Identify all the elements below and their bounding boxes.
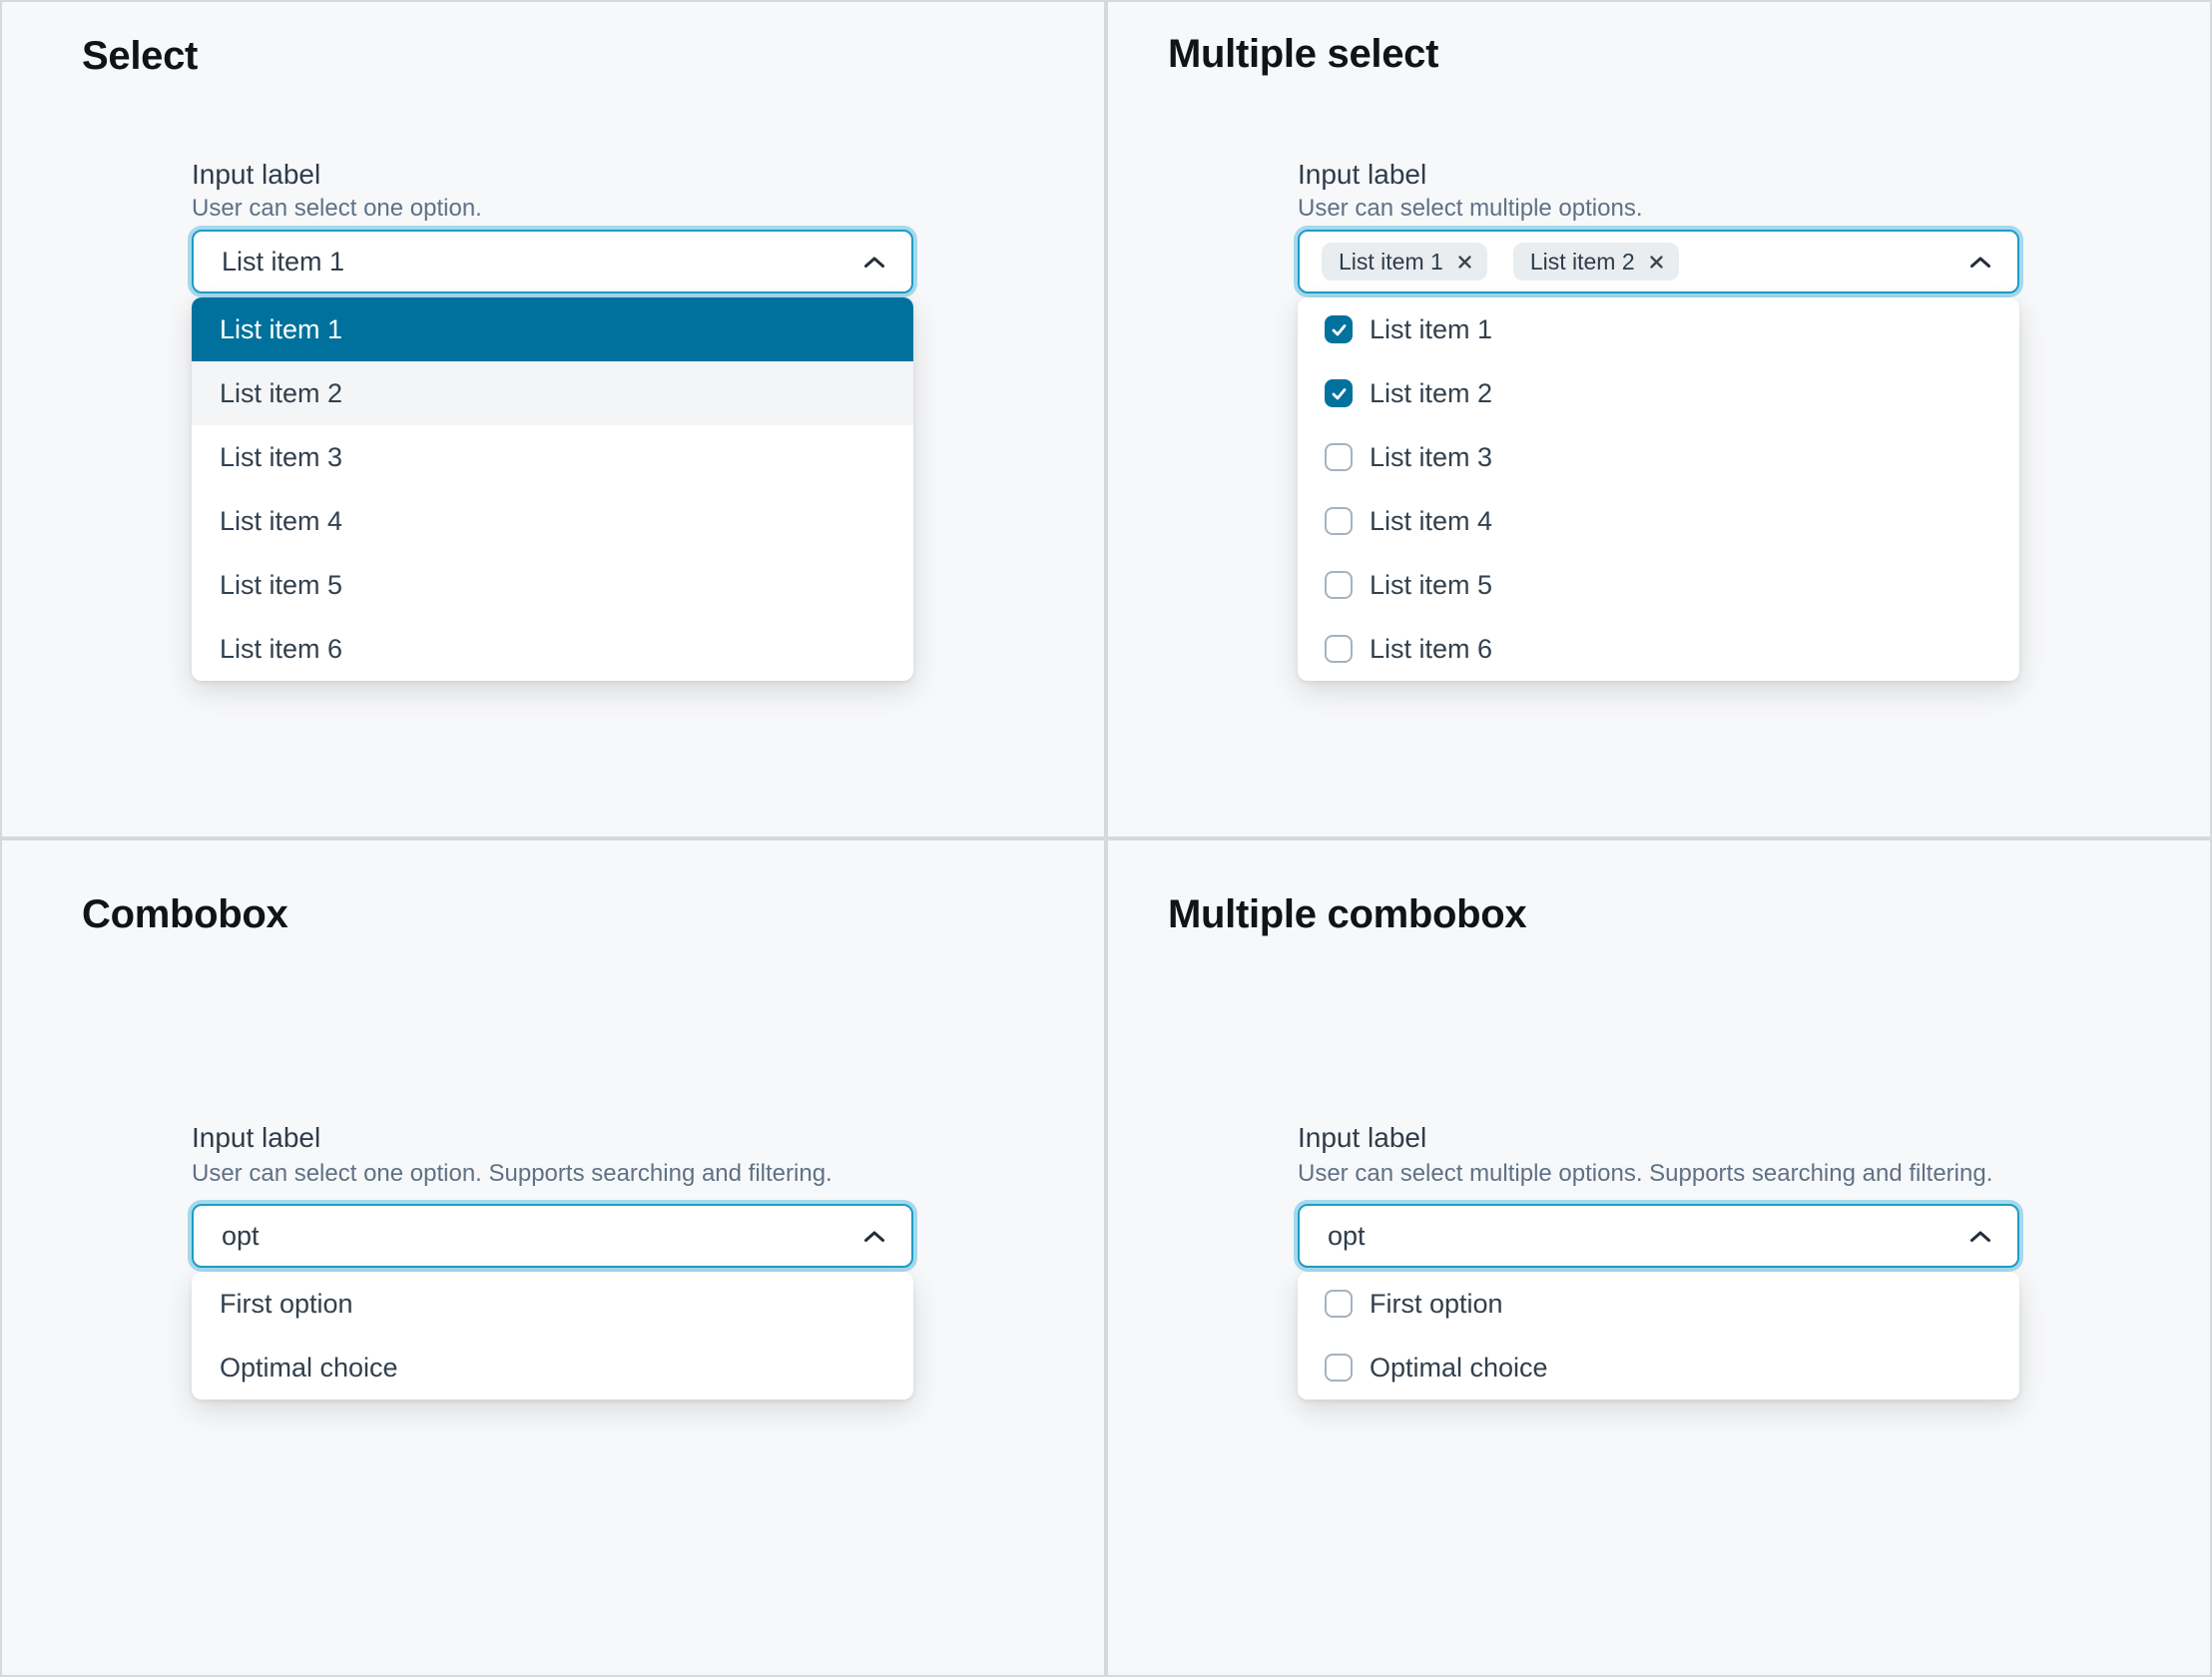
multiple-select-dropdown: List item 1 List item 2 List item 3 List… <box>1298 297 2019 681</box>
option-list-item[interactable]: List item 4 <box>192 489 913 553</box>
option-list-item[interactable]: List item 3 <box>192 425 913 489</box>
option-label: First option <box>1370 1289 1503 1320</box>
combobox-input-value: opt <box>222 1221 863 1252</box>
option-list-item[interactable]: List item 5 <box>1298 553 2019 617</box>
section-title-combobox: Combobox <box>82 890 287 938</box>
option-list-item[interactable]: First option <box>1298 1272 2019 1336</box>
option-list-item[interactable]: List item 3 <box>1298 425 2019 489</box>
option-label: List item 5 <box>1370 570 1492 601</box>
selected-value-chip[interactable]: List item 2 <box>1513 243 1679 280</box>
chevron-up-icon[interactable] <box>863 256 885 269</box>
multiple-combobox-input-value: opt <box>1328 1221 1969 1252</box>
option-label: List item 6 <box>1370 634 1492 665</box>
input-helper-text: User can select multiple options. Suppor… <box>1298 1158 1992 1190</box>
checkbox-unchecked-icon[interactable] <box>1325 571 1353 599</box>
chevron-up-icon[interactable] <box>1969 256 1991 269</box>
checkbox-unchecked-icon[interactable] <box>1325 507 1353 535</box>
close-icon[interactable] <box>1647 253 1666 272</box>
input-label: Input label <box>192 157 320 193</box>
option-label: Optimal choice <box>1370 1353 1548 1384</box>
option-list-item[interactable]: List item 4 <box>1298 489 2019 553</box>
option-list-item[interactable]: List item 2 <box>192 361 913 425</box>
component-demo-grid: Select Input label User can select one o… <box>0 0 2212 1677</box>
option-list-item[interactable]: Optimal choice <box>1298 1336 2019 1399</box>
multiple-combobox-section: Multiple combobox Input label User can s… <box>1108 840 2210 1675</box>
option-list-item[interactable]: List item 1 <box>192 297 913 361</box>
section-title-multiple-select: Multiple select <box>1168 30 1438 78</box>
option-list-item[interactable]: First option <box>192 1272 913 1336</box>
select-input-value: List item 1 <box>222 247 863 278</box>
checkbox-unchecked-icon[interactable] <box>1325 1290 1353 1318</box>
chip-label: List item 2 <box>1530 249 1635 276</box>
combobox-dropdown: First option Optimal choice <box>192 1272 913 1399</box>
checkbox-checked-icon[interactable] <box>1325 379 1353 407</box>
chip-label: List item 1 <box>1339 249 1443 276</box>
option-list-item[interactable]: List item 5 <box>192 553 913 617</box>
input-label: Input label <box>192 1120 320 1156</box>
input-label: Input label <box>1298 1120 1426 1156</box>
option-list-item[interactable]: Optimal choice <box>192 1336 913 1399</box>
close-icon[interactable] <box>1455 253 1474 272</box>
select-section: Select Input label User can select one o… <box>2 2 1104 837</box>
multiple-select-section: Multiple select Input label User can sel… <box>1108 2 2210 837</box>
option-label: List item 4 <box>1370 506 1492 537</box>
checkbox-checked-icon[interactable] <box>1325 315 1353 343</box>
option-list-item[interactable]: List item 2 <box>1298 361 2019 425</box>
select-input[interactable]: List item 1 <box>192 230 913 293</box>
section-title-select: Select <box>82 32 198 80</box>
multiple-combobox-dropdown: First option Optimal choice <box>1298 1272 2019 1399</box>
input-helper-text: User can select multiple options. <box>1298 193 1643 225</box>
chevron-up-icon[interactable] <box>1969 1230 1991 1243</box>
chevron-up-icon[interactable] <box>863 1230 885 1243</box>
option-list-item[interactable]: List item 6 <box>192 617 913 681</box>
checkbox-unchecked-icon[interactable] <box>1325 443 1353 471</box>
checkbox-unchecked-icon[interactable] <box>1325 635 1353 663</box>
option-list-item[interactable]: List item 6 <box>1298 617 2019 681</box>
option-label: List item 2 <box>1370 378 1492 409</box>
combobox-input[interactable]: opt <box>192 1204 913 1268</box>
option-label: List item 1 <box>1370 314 1492 345</box>
combobox-section: Combobox Input label User can select one… <box>2 840 1104 1675</box>
select-dropdown: List item 1 List item 2 List item 3 List… <box>192 297 913 681</box>
section-title-multiple-combobox: Multiple combobox <box>1168 890 1526 938</box>
option-list-item[interactable]: List item 1 <box>1298 297 2019 361</box>
multiple-combobox-input[interactable]: opt <box>1298 1204 2019 1268</box>
input-label: Input label <box>1298 157 1426 193</box>
option-label: List item 3 <box>1370 442 1492 473</box>
multiple-select-input[interactable]: List item 1 List item 2 <box>1298 230 2019 293</box>
input-helper-text: User can select one option. Supports sea… <box>192 1158 832 1190</box>
checkbox-unchecked-icon[interactable] <box>1325 1354 1353 1382</box>
selected-value-chip[interactable]: List item 1 <box>1322 243 1487 280</box>
input-helper-text: User can select one option. <box>192 193 482 225</box>
